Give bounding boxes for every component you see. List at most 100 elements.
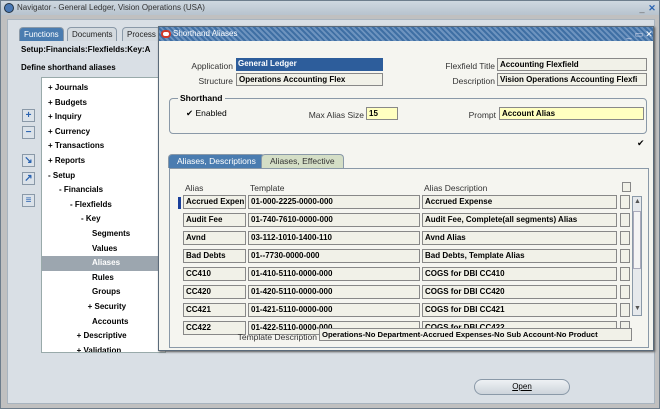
alias-description-cell[interactable]: Avnd Alias (422, 231, 617, 245)
shorthand-group-title: Shorthand (178, 93, 225, 103)
close-icon[interactable]: ✕ (647, 3, 657, 13)
tree-node[interactable]: Groups (42, 285, 165, 300)
column-header-template: Template (250, 183, 285, 193)
oracle-icon (161, 30, 171, 38)
enabled-checkbox[interactable]: ✔ Enabled (186, 108, 227, 119)
function-description: Define shorthand aliases (21, 63, 116, 72)
alias-cell[interactable]: Accrued Expen (183, 195, 246, 209)
alias-description-cell[interactable]: COGS for DBI CC421 (422, 303, 617, 317)
template-description-label: Template Description (237, 332, 317, 342)
tree-node[interactable]: + Security (42, 300, 165, 315)
dialog-minimize-icon[interactable]: _ (624, 29, 634, 39)
vertical-scrollbar[interactable]: ▲ ▼ (632, 196, 642, 316)
structure-field[interactable]: Operations Accounting Flex (236, 73, 383, 86)
alias-cell[interactable]: CC420 (183, 285, 246, 299)
flexfield-title-field[interactable]: Accounting Flexfield (497, 58, 647, 71)
open-button[interactable]: Open (474, 379, 570, 395)
alias-cell[interactable]: Avnd (183, 231, 246, 245)
tab-documents[interactable]: Documents (67, 27, 118, 41)
template-cell[interactable]: 01-421-5110-0000-000 (248, 303, 420, 317)
tree-node[interactable]: Segments (42, 227, 165, 242)
shorthand-aliases-dialog: Shorthand Aliases _ ▭ ✕ Application Gene… (158, 26, 654, 351)
max-alias-size-field[interactable]: 15 (366, 107, 398, 120)
navigator-app-icon (4, 3, 14, 13)
breadcrumb: Setup:Financials:Flexfields:Key:A (21, 45, 151, 54)
collapse-button[interactable]: − (22, 126, 35, 139)
template-cell[interactable]: 01-000-2225-0000-000 (248, 195, 420, 209)
alias-cell[interactable]: Audit Fee (183, 213, 246, 227)
alias-description-cell[interactable]: Accrued Expense (422, 195, 617, 209)
row-selector[interactable] (620, 303, 630, 317)
alias-cell[interactable]: CC410 (183, 267, 246, 281)
alias-description-cell[interactable]: COGS for DBI CC410 (422, 267, 617, 281)
dialog-maximize-icon[interactable]: ▭ (634, 29, 644, 39)
tree-node[interactable]: Aliases (42, 256, 165, 271)
template-cell[interactable]: 01-410-5110-0000-000 (248, 267, 420, 281)
tree-node[interactable]: - Flexfields (42, 198, 165, 213)
alias-description-cell[interactable]: Audit Fee, Complete(all segments) Alias (422, 213, 617, 227)
scroll-down-icon[interactable]: ▼ (634, 305, 641, 312)
description-label: Description (452, 76, 495, 86)
tree-node[interactable]: + Reports (42, 154, 165, 169)
tree-node[interactable]: Accounts (42, 315, 165, 330)
alias-description-cell[interactable]: COGS for DBI CC420 (422, 285, 617, 299)
select-all-cell[interactable] (622, 182, 631, 192)
function-tree[interactable]: + Journals + Budgets + Inquiry + Currency + … (41, 77, 166, 353)
template-cell[interactable]: 03-112-1010-1400-110 (248, 231, 420, 245)
navigator-title: Navigator - General Ledger, Vision Opera… (17, 3, 205, 12)
tree-node[interactable]: + Validation (42, 344, 165, 352)
alias-cell[interactable]: Bad Debts (183, 249, 246, 263)
alias-description-cell[interactable]: Bad Debts, Template Alias (422, 249, 617, 263)
tab-process[interactable]: Process (122, 27, 161, 41)
tree-node[interactable]: + Inquiry (42, 110, 165, 125)
current-record-indicator (178, 197, 181, 209)
tree-node[interactable]: + Transactions (42, 139, 165, 154)
template-description-field[interactable]: Operations-No Department-Accrued Expense… (319, 328, 632, 341)
tree-node[interactable]: + Budgets (42, 96, 165, 111)
max-alias-size-label: Max Alias Size (308, 110, 364, 120)
scroll-up-icon[interactable]: ▲ (634, 198, 641, 205)
tree-node[interactable]: + Journals (42, 81, 165, 96)
tree-node[interactable]: - Key (42, 212, 165, 227)
dialog-title: Shorthand Aliases (173, 29, 238, 38)
row-selector[interactable] (620, 249, 630, 263)
scroll-thumb[interactable] (633, 211, 641, 269)
row-selector[interactable] (620, 231, 630, 245)
tab-aliases-effective[interactable]: Aliases, Effective (261, 154, 344, 168)
tree-node[interactable]: Values (42, 242, 165, 257)
expand-branch-button[interactable]: ↘ (22, 154, 35, 167)
application-field[interactable]: General Ledger (236, 58, 383, 71)
description-field[interactable]: Vision Operations Accounting Flexfi (497, 73, 647, 86)
tree-node[interactable]: Rules (42, 271, 165, 286)
prompt-field[interactable]: Account Alias (499, 107, 644, 120)
template-cell[interactable]: 01-420-5110-0000-000 (248, 285, 420, 299)
tree-node[interactable]: + Currency (42, 125, 165, 140)
minimize-icon[interactable]: _ (637, 3, 647, 13)
navigator-title-bar: Navigator - General Ledger, Vision Opera… (1, 1, 659, 15)
column-header-alias-description: Alias Description (424, 183, 488, 193)
checkmark-icon: ✔ (186, 108, 194, 118)
application-label: Application (191, 61, 233, 71)
column-header-alias: Alias (185, 183, 204, 193)
dialog-title-bar: Shorthand Aliases (159, 27, 653, 41)
tree-node[interactable]: - Financials (42, 183, 165, 198)
tab-aliases-descriptions[interactable]: Aliases, Descriptions (168, 154, 265, 168)
row-selector[interactable] (620, 285, 630, 299)
template-cell[interactable]: 01--7730-0000-000 (248, 249, 420, 263)
tree-node[interactable]: - Setup (42, 169, 165, 184)
expand-button[interactable]: + (22, 109, 35, 122)
prompt-label: Prompt (468, 110, 496, 120)
row-selector[interactable] (620, 195, 630, 209)
expand-all-button[interactable]: ↗ (22, 172, 35, 185)
collapse-all-button[interactable]: ≡ (22, 194, 35, 207)
row-selector[interactable] (620, 213, 630, 227)
row-selector[interactable] (620, 267, 630, 281)
alias-cell[interactable]: CC421 (183, 303, 246, 317)
tab-functions[interactable]: Functions (19, 27, 64, 41)
enabled-label: Enabled (195, 108, 227, 118)
tree-node[interactable]: + Descriptive (42, 329, 165, 344)
checkmark-icon: ✔ (637, 138, 645, 148)
dialog-close-icon[interactable]: ✕ (644, 29, 654, 39)
template-cell[interactable]: 01-740-7610-0000-000 (248, 213, 420, 227)
structure-label: Structure (198, 76, 234, 86)
